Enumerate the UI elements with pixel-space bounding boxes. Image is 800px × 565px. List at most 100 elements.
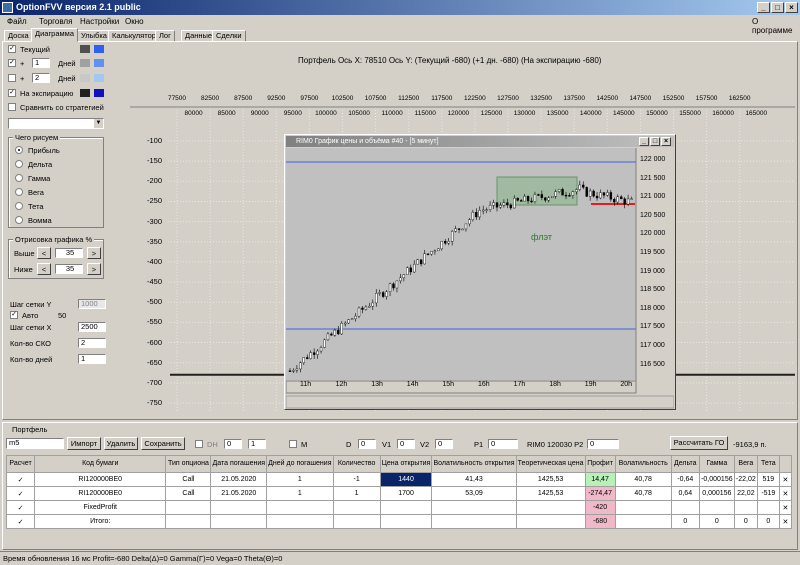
column-header[interactable]: Вега <box>733 455 758 473</box>
compare-checkbox[interactable] <box>8 103 16 111</box>
column-header[interactable]: Гамма <box>698 455 735 473</box>
radio-vomma[interactable] <box>15 216 23 224</box>
table-cell[interactable]: 1700 <box>379 486 433 501</box>
below-decrease-button[interactable]: < <box>37 263 51 275</box>
day1-input[interactable]: 1 <box>32 58 50 68</box>
table-row[interactable]: ✓ RI120000BE0 Call 21.05.2020 1 1 1700 53,09 142… <box>5 486 793 501</box>
expiry-color-2[interactable] <box>94 89 104 97</box>
plus1-color-2[interactable] <box>94 59 104 67</box>
table-row[interactable]: ✓ Итого: -680 0 0 0 0 ✕ <box>5 514 793 529</box>
plus2-color-2[interactable] <box>94 74 104 82</box>
radio-vega[interactable] <box>15 188 23 196</box>
table-row[interactable]: ✓ RI120000BE0 Call 21.05.2020 1 -1 1440 41,43 14… <box>5 472 793 487</box>
table-cell[interactable] <box>332 500 381 515</box>
tab-diagram[interactable]: Диаграмма <box>31 28 79 42</box>
day2-input[interactable]: 2 <box>32 73 50 83</box>
column-header[interactable]: Волатильность открытия <box>431 455 517 473</box>
table-row[interactable]: ✓ FixedProfit -420 ✕ <box>5 500 793 515</box>
menu-about[interactable]: О программе <box>752 17 800 35</box>
menu-window[interactable]: Окно <box>125 17 144 26</box>
column-header[interactable]: Волатильность <box>614 455 672 473</box>
days-count-input[interactable]: 1 <box>78 354 106 364</box>
d-input[interactable]: 0 <box>358 439 376 449</box>
column-header[interactable] <box>778 455 793 473</box>
above-increase-button[interactable]: > <box>87 247 101 259</box>
current-color-1[interactable] <box>80 45 90 53</box>
popup-close-button[interactable]: × <box>661 137 671 146</box>
m-checkbox[interactable] <box>289 440 297 448</box>
strategy-select[interactable]: ▼ <box>8 118 104 129</box>
column-header[interactable]: Теоретическая цена <box>515 455 586 473</box>
column-header[interactable]: Тета <box>756 455 780 473</box>
v2-input[interactable]: 0 <box>435 439 453 449</box>
above-decrease-button[interactable]: < <box>37 247 51 259</box>
expiry-color-1[interactable] <box>80 89 90 97</box>
above-input[interactable]: 35 <box>55 248 83 258</box>
menu-settings[interactable]: Настройки <box>80 17 119 26</box>
import-button[interactable]: Импорт <box>67 437 101 450</box>
table-cell[interactable]: 1 <box>332 486 381 501</box>
column-header[interactable]: Расчет <box>5 455 36 473</box>
dh-input-1[interactable]: 0 <box>224 439 242 449</box>
calc-go-button[interactable]: Рассчитать ГО <box>670 436 728 450</box>
portfolio-select[interactable]: m5 <box>6 438 64 449</box>
column-header[interactable]: Цена открытия <box>379 455 433 473</box>
close-button[interactable]: × <box>785 2 798 13</box>
column-header[interactable]: Профит <box>584 455 616 473</box>
price-chart-scrollbar[interactable] <box>286 395 674 409</box>
column-header[interactable]: Тип опциона <box>165 455 212 473</box>
plus2-checkbox[interactable] <box>8 74 16 82</box>
v1-input[interactable]: 0 <box>397 439 415 449</box>
price-chart-window[interactable]: RIM0 График цены и объёма #40 - [5 минут… <box>284 134 676 410</box>
row-delete-icon[interactable]: ✕ <box>778 486 793 501</box>
column-header[interactable]: Количество <box>332 455 381 473</box>
expiry-checkbox[interactable]: ✓ <box>8 89 16 97</box>
radio-gamma[interactable] <box>15 174 23 182</box>
menu-file[interactable]: Файл <box>7 17 27 26</box>
column-header[interactable]: Дельта <box>670 455 700 473</box>
plus2-color-1[interactable] <box>80 74 90 82</box>
table-cell[interactable]: -1 <box>332 472 381 487</box>
table-cell[interactable] <box>379 500 433 515</box>
current-color-2[interactable] <box>94 45 104 53</box>
p2-input[interactable]: 0 <box>587 439 619 449</box>
step-y-input[interactable]: 1000 <box>78 299 106 309</box>
row-checkbox[interactable]: ✓ <box>5 472 36 487</box>
menu-trade[interactable]: Торговля <box>39 17 72 26</box>
column-header[interactable]: Код бумаги <box>34 455 167 473</box>
sko-input[interactable]: 2 <box>78 338 106 348</box>
delete-button[interactable]: Удалить <box>104 437 138 450</box>
table-cell[interactable]: 1440 <box>379 472 433 487</box>
price-chart-titlebar[interactable]: RIM0 График цены и объёма #40 - [5 минут… <box>286 136 674 147</box>
row-checkbox[interactable]: ✓ <box>5 514 36 529</box>
current-checkbox[interactable]: ✓ <box>8 45 16 53</box>
below-input[interactable]: 35 <box>55 264 83 274</box>
row-checkbox[interactable]: ✓ <box>5 486 36 501</box>
row-delete-icon[interactable]: ✕ <box>778 514 793 529</box>
auto-checkbox[interactable]: ✓ <box>10 311 18 319</box>
row-checkbox[interactable]: ✓ <box>5 500 36 515</box>
radio-delta[interactable] <box>15 160 23 168</box>
table-cell[interactable] <box>332 514 381 529</box>
radio-theta[interactable] <box>15 202 23 210</box>
x-tick-top: 157500 <box>695 95 718 102</box>
row-delete-icon[interactable]: ✕ <box>778 500 793 515</box>
column-header[interactable]: Дней до погашения <box>266 455 334 473</box>
candle-body <box>444 241 447 244</box>
p1-input[interactable]: 0 <box>488 439 518 449</box>
popup-minimize-button[interactable]: _ <box>639 137 649 146</box>
save-button[interactable]: Сохранить <box>141 437 185 450</box>
table-cell[interactable] <box>379 514 433 529</box>
below-increase-button[interactable]: > <box>87 263 101 275</box>
dh-checkbox[interactable] <box>195 440 203 448</box>
maximize-button[interactable]: □ <box>771 2 784 13</box>
minimize-button[interactable]: _ <box>757 2 770 13</box>
plus1-color-1[interactable] <box>80 59 90 67</box>
column-header[interactable]: Дата погашения <box>210 455 268 473</box>
plus1-checkbox[interactable]: ✓ <box>8 59 16 67</box>
radio-profit[interactable] <box>15 146 23 154</box>
row-delete-icon[interactable]: ✕ <box>778 472 793 487</box>
dh-input-2[interactable]: 1 <box>248 439 266 449</box>
step-x-input[interactable]: 2500 <box>78 322 106 332</box>
popup-maximize-button[interactable]: □ <box>650 137 660 146</box>
